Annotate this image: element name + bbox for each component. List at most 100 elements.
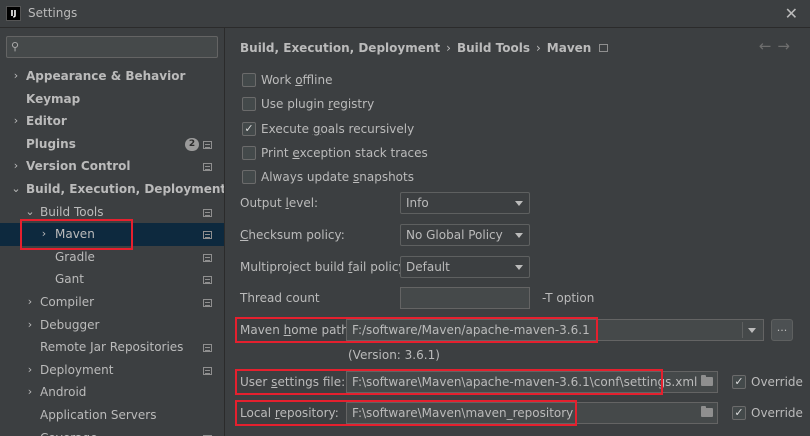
multiproject-fail-policy-select[interactable]: Default	[400, 256, 530, 278]
project-settings-icon	[203, 163, 212, 172]
chevron-right-icon[interactable]: ›	[24, 359, 36, 382]
local-repository-input[interactable]: F:\software\Maven\maven_repository	[346, 402, 718, 424]
maven-settings-panel: Build, Execution, Deployment › Build Tools…	[226, 28, 810, 436]
project-settings-icon	[203, 208, 212, 217]
sidebar-item-label: Compiler	[40, 294, 95, 309]
sidebar-item-compiler[interactable]: › Compiler	[0, 291, 224, 314]
sidebar-item-application-servers[interactable]: Application Servers	[0, 404, 224, 427]
update-count-badge: 2	[185, 137, 199, 151]
sidebar-item-gant[interactable]: Gant	[0, 268, 224, 291]
project-settings-icon	[203, 298, 212, 307]
folder-icon[interactable]	[701, 406, 713, 417]
sidebar-item-label: Editor	[26, 114, 67, 129]
maven-home-path-select[interactable]: F:/software/Maven/apache-maven-3.6.1	[346, 319, 764, 341]
search-icon: ⚲	[11, 40, 20, 53]
chevron-right-icon[interactable]: ›	[24, 381, 36, 404]
title-bar: IJ Settings ✕	[0, 0, 810, 28]
chevron-down-icon	[748, 328, 756, 333]
thread-count-hint: -T option	[542, 291, 595, 305]
checkbox-label: Use plugin registry	[261, 97, 375, 111]
checkbox-icon[interactable]	[242, 170, 256, 184]
thread-count-label: Thread count	[240, 291, 320, 305]
navigation-arrows: ←→	[759, 37, 796, 55]
output-level-label: Output level:	[240, 196, 319, 210]
chevron-right-icon[interactable]: ›	[10, 155, 22, 178]
sidebar-item-label: Build, Execution, Deployment	[26, 181, 225, 196]
sidebar-item-build-execution-deployment[interactable]: ⌄ Build, Execution, Deployment	[0, 178, 225, 201]
sidebar-item-label: Remote Jar Repositories	[40, 340, 184, 355]
project-settings-icon	[203, 231, 212, 240]
sidebar-item-label: Application Servers	[40, 407, 157, 422]
chevron-down-icon	[515, 201, 523, 206]
back-arrow-icon[interactable]: ←	[759, 37, 778, 55]
sidebar-item-label: Maven	[55, 227, 95, 242]
user-settings-file-input[interactable]: F:\software\Maven\apache-maven-3.6.1\con…	[346, 371, 718, 393]
breadcrumb: Build, Execution, Deployment › Build Tools…	[240, 40, 609, 55]
settings-tree: › Appearance & Behavior Keymap › Editor Plugi…	[0, 65, 225, 436]
sidebar-item-plugins[interactable]: Plugins 2	[0, 133, 224, 156]
breadcrumb-separator: ›	[446, 40, 451, 55]
sidebar-item-label: Version Control	[26, 159, 131, 174]
sidebar-item-maven[interactable]: › Maven	[0, 223, 224, 246]
settings-sidebar: ⚲ › Appearance & Behavior Keymap › Editor Plu…	[0, 28, 225, 436]
sidebar-item-version-control[interactable]: › Version Control	[0, 155, 224, 178]
checkbox-checked-icon[interactable]: ✓	[732, 406, 746, 420]
sidebar-item-debugger[interactable]: › Debugger	[0, 314, 224, 337]
checkbox-label: Print exception stack traces	[261, 146, 428, 160]
chevron-right-icon[interactable]: ›	[10, 65, 22, 88]
checkbox-label: Execute goals recursively	[261, 122, 415, 136]
user-settings-file-label: User settings file:	[240, 375, 346, 389]
sidebar-item-label: Plugins	[26, 136, 76, 151]
output-level-select[interactable]: Info	[400, 192, 530, 214]
project-settings-icon	[203, 344, 212, 353]
close-icon[interactable]: ✕	[785, 4, 798, 23]
sidebar-item-label: Gant	[55, 272, 84, 287]
sidebar-item-label: Debugger	[40, 317, 100, 332]
sidebar-item-label: Appearance & Behavior	[26, 69, 186, 83]
forward-arrow-icon[interactable]: →	[777, 37, 796, 55]
chevron-down-icon	[515, 233, 523, 238]
checkbox-icon[interactable]	[242, 73, 256, 87]
sidebar-item-deployment[interactable]: › Deployment	[0, 359, 224, 382]
sidebar-item-label: Keymap	[26, 91, 81, 106]
checkbox-label: Work offline	[261, 73, 333, 87]
sidebar-item-build-tools[interactable]: ⌄ Build Tools	[0, 201, 224, 224]
checkbox-checked-icon[interactable]: ✓	[242, 122, 256, 136]
sidebar-item-android[interactable]: › Android	[0, 381, 224, 404]
multiproject-fail-policy-label: Multiproject build fail policy:	[240, 260, 409, 274]
sidebar-item-editor[interactable]: › Editor	[0, 110, 224, 133]
checkbox-icon[interactable]	[242, 97, 256, 111]
sidebar-item-gradle[interactable]: Gradle	[0, 246, 224, 269]
sidebar-item-appearance-behavior[interactable]: › Appearance & Behavior	[0, 65, 224, 88]
chevron-right-icon[interactable]: ›	[10, 110, 22, 133]
project-settings-icon	[203, 276, 212, 285]
window-title: Settings	[28, 6, 78, 20]
breadcrumb-item: Maven	[546, 40, 592, 55]
breadcrumb-separator: ›	[535, 40, 541, 55]
folder-icon[interactable]	[701, 375, 713, 386]
checkbox-checked-icon[interactable]: ✓	[732, 375, 746, 389]
chevron-down-icon	[515, 265, 523, 270]
chevron-down-icon[interactable]: ⌄	[10, 178, 22, 201]
checkbox-icon[interactable]	[242, 146, 256, 160]
project-settings-icon	[203, 253, 212, 262]
sidebar-item-remote-jar-repositories[interactable]: Remote Jar Repositories	[0, 336, 224, 359]
sidebar-item-label: Android	[40, 385, 87, 400]
search-input[interactable]: ⚲	[6, 36, 218, 58]
breadcrumb-item[interactable]: Build Tools	[457, 41, 530, 55]
thread-count-input[interactable]	[400, 287, 530, 309]
chevron-right-icon[interactable]: ›	[38, 223, 50, 246]
checksum-policy-select[interactable]: No Global Policy	[400, 224, 530, 246]
chevron-right-icon[interactable]: ›	[24, 291, 36, 314]
sidebar-item-label: Gradle	[55, 249, 95, 264]
sidebar-item-coverage[interactable]: Coverage	[0, 427, 224, 436]
project-settings-icon	[599, 43, 609, 52]
sidebar-item-keymap[interactable]: Keymap	[0, 88, 224, 111]
chevron-down-icon[interactable]: ⌄	[24, 201, 36, 224]
chevron-right-icon[interactable]: ›	[24, 314, 36, 337]
browse-maven-home-button[interactable]: ...	[771, 319, 793, 341]
project-settings-icon	[203, 366, 212, 375]
breadcrumb-item[interactable]: Build, Execution, Deployment	[240, 41, 440, 55]
local-repository-label: Local repository:	[240, 406, 339, 420]
maven-home-path-label: Maven home path:	[240, 323, 353, 337]
